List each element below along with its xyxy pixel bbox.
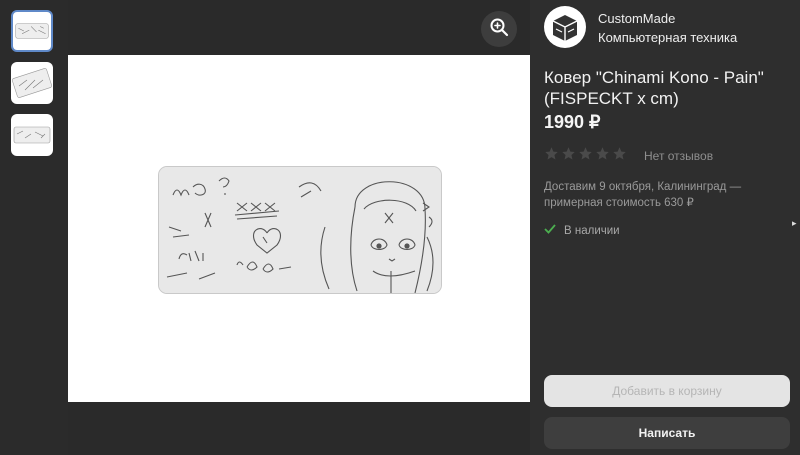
star-icon — [613, 147, 626, 160]
thumbnail-strip — [0, 0, 68, 455]
product-image — [158, 166, 442, 294]
rating-stars — [544, 146, 627, 161]
add-to-cart-button[interactable]: Добавить в корзину — [544, 375, 790, 407]
zoom-button[interactable] — [481, 11, 517, 47]
mouse-cursor: ▸ — [792, 218, 797, 228]
delivery-info: Доставим 9 октября, Калининград — пример… — [544, 181, 742, 209]
seller-logo[interactable] — [544, 6, 586, 48]
star-icon — [562, 147, 575, 160]
seller-category: Компьютерная техника — [598, 30, 738, 45]
product-image-canvas — [68, 55, 530, 402]
write-seller-button[interactable]: Написать — [544, 417, 790, 449]
reviews-count[interactable]: Нет отзывов — [644, 149, 713, 163]
thumbnail-2[interactable] — [11, 62, 53, 104]
star-icon — [596, 147, 609, 160]
stock-status: В наличии — [544, 224, 620, 237]
stock-label: В наличии — [564, 224, 620, 237]
image-viewer — [68, 0, 530, 455]
seller-name[interactable]: CustomMade — [598, 11, 675, 26]
star-icon — [579, 147, 592, 160]
check-icon — [544, 224, 556, 237]
product-price: 1990 ₽ — [544, 112, 601, 132]
zoom-in-icon — [489, 17, 509, 42]
star-icon — [545, 147, 558, 160]
thumbnail-1[interactable] — [11, 10, 53, 52]
thumbnail-3[interactable] — [11, 114, 53, 156]
product-title: Ковер "Chinami Kono - Pain" (FISPECKT x … — [544, 68, 764, 108]
product-info-panel: CustomMade Компьютерная техника Ковер "C… — [530, 0, 800, 455]
